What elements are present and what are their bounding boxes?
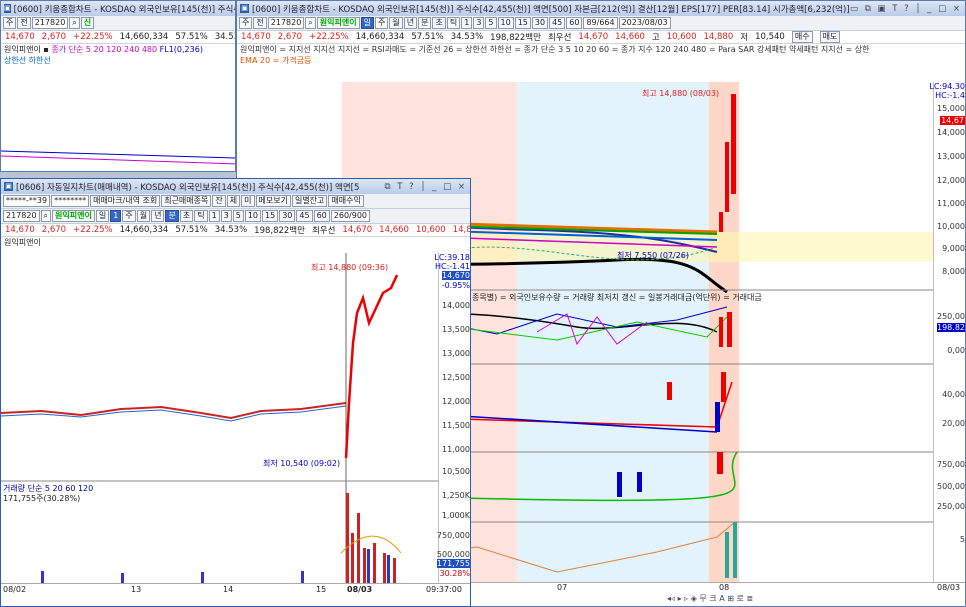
profit-button[interactable]: 매매수익: [328, 195, 364, 207]
per-5[interactable]: 5: [232, 210, 244, 222]
title-bar: ▣ [0600] 키움종합차트 - KOSDAQ 외국인보유[145(천)] 주식…: [1, 1, 235, 16]
daily-balance-button[interactable]: 일별잔고: [291, 195, 328, 207]
tab-month[interactable]: 월: [389, 17, 403, 29]
prev-select[interactable]: 전: [17, 17, 31, 29]
balance-button[interactable]: 잔: [212, 195, 226, 207]
price-row: 14,670 2,670 +22.25% 14,660,334 57.51% 34.53%…: [237, 31, 965, 44]
toolbar: 주 전 217820 ⌕ 원익피앤이 일 주 월 년 분 초 틱 1 3 5 1…: [237, 16, 965, 31]
price-row: 14,6702,670+22.25%14,660,33457.51%34.53%: [1, 31, 235, 44]
volume-value: 171,755주(30.28%): [3, 494, 81, 503]
high-label: 최고 14,880 (09:36): [311, 263, 389, 272]
title-bar: ▣ [0606] 자동일지차트(매매내역) - KOSDAQ 외국인보유[145(…: [1, 179, 470, 194]
toolbar: 주 전 217820 ⌕ 신: [1, 16, 235, 31]
tab-week[interactable]: 주: [374, 17, 389, 29]
count-field[interactable]: 260/900: [330, 210, 371, 222]
per-3[interactable]: 3: [220, 210, 232, 222]
window-icon: ▣: [4, 4, 11, 13]
tab-tick[interactable]: 틱: [194, 210, 208, 222]
chart-window-left: ▣ [0600] 키움종합차트 - KOSDAQ 외국인보유[145(천)] 주식…: [0, 0, 236, 172]
per-45[interactable]: 45: [296, 210, 313, 222]
title-bar: ▣ [0600] 키움종합차트 - KOSDAQ 외국인보유[145(천)] 주식…: [237, 1, 965, 16]
low-label: 최저 7,550 (07/26): [617, 251, 690, 260]
count-field[interactable]: 89/664: [583, 17, 618, 29]
code-input[interactable]: 217820: [3, 210, 40, 222]
tab-week[interactable]: 주: [122, 210, 136, 222]
minute-select[interactable]: 1: [110, 210, 122, 222]
period-15[interactable]: 15: [514, 17, 531, 29]
code-input[interactable]: 217820: [31, 17, 69, 29]
search-icon[interactable]: ⌕: [40, 210, 52, 222]
price-row: 14,670 2,670 +22.25% 14,660,334 57.51% 34.53%…: [1, 224, 470, 237]
legend-row: 원익피앤이 = 지지선 지지선 지지선 = RSI과매도 = 기준선 26 = …: [240, 45, 870, 54]
tab-minute[interactable]: 분: [165, 210, 179, 222]
period-1[interactable]: 1: [461, 17, 473, 29]
account-field[interactable]: *****-**39: [3, 195, 51, 207]
per-60[interactable]: 60: [313, 210, 330, 222]
trade-mark-button[interactable]: 매매마크/내역 조회: [90, 195, 161, 207]
auto-journal-window: ▣ [0606] 자동일지차트(매매내역) - KOSDAQ 외국인보유[145(…: [0, 178, 471, 607]
period-10[interactable]: 10: [497, 17, 514, 29]
recent-trades-button[interactable]: 최근매매종목: [161, 195, 212, 207]
tab-month[interactable]: 월: [136, 210, 151, 222]
window-icon: ▣: [240, 4, 249, 13]
mini-chart: [1, 66, 235, 171]
period-select[interactable]: 주: [239, 17, 253, 29]
legend-row-2: 상한선 하한선: [4, 56, 51, 65]
password-field[interactable]: ********: [51, 195, 90, 207]
window-title: [0606] 자동일지차트(매매내역) - KOSDAQ 외국인보유[145(천…: [16, 182, 360, 193]
price-axis: LC:39.18 HC:-1.41 14,670 -0.95% 14,000 1…: [434, 253, 470, 583]
window-icon: ▣: [4, 182, 13, 191]
legend-row-2: EMA 20 = 가격금등: [240, 56, 312, 65]
period-45[interactable]: 45: [549, 17, 566, 29]
date-field[interactable]: 2023/08/03: [618, 17, 671, 29]
period-60[interactable]: 60: [566, 17, 583, 29]
tab-second[interactable]: 초: [432, 17, 446, 29]
window-controls[interactable]: ▭ ⧉ ▣ T ? │ _ □ ×: [850, 4, 962, 14]
tab-day[interactable]: 일: [360, 17, 374, 29]
period-select[interactable]: 주: [3, 17, 17, 29]
search-icon[interactable]: ⌕: [305, 17, 316, 29]
legend-row: 원익피앤이 ▪ 종가 단순 5 20 120 240 480 FL1(0,236…: [4, 45, 203, 54]
window-title: [0600] 키움종합차트 - KOSDAQ 외국인보유[145(천)] 주식수: [13, 4, 235, 15]
pending-button[interactable]: 미: [241, 195, 255, 207]
journal-chart-area: 최고 14,880 (09:36) 최저 10,540 (09:02) 거래량 …: [1, 253, 470, 583]
account-toolbar: *****-**39 ******** 매매마크/내역 조회 최근매매종목 잔 …: [1, 194, 470, 209]
tab-second[interactable]: 초: [179, 210, 194, 222]
code-toolbar: 217820 ⌕ 원익피앤이 일 1 주 월 년 분 초 틱 1 3 5 10 …: [1, 209, 470, 224]
tab-day[interactable]: 일: [95, 210, 110, 222]
low-label: 최저 10,540 (09:02): [263, 459, 341, 468]
per-15[interactable]: 15: [262, 210, 279, 222]
x-axis: 08/02 13 14 15 08/03 09:37:00: [1, 583, 470, 606]
indicator-legend: 종목별) = 외국인보유수량 = 거래량 최저치 갱신 = 일봉거래대금(억단위…: [472, 293, 762, 302]
period-5[interactable]: 5: [485, 17, 497, 29]
legend-row: 원익피앤이: [4, 238, 41, 247]
chart-tools[interactable]: ◂◃ ▸ ▹ ◈ 무 크 A ⊞ 로 ≣: [667, 593, 753, 604]
per-10[interactable]: 10: [244, 210, 262, 222]
buy-button[interactable]: 매수: [791, 31, 813, 43]
minute-chart: [1, 253, 438, 583]
tab-year[interactable]: 년: [151, 210, 165, 222]
per-1[interactable]: 1: [208, 210, 220, 222]
high-label: 최고 14,880 (08/03): [642, 89, 720, 98]
period-30[interactable]: 30: [531, 17, 549, 29]
tab-minute[interactable]: 분: [418, 17, 432, 29]
tab-year[interactable]: 년: [403, 17, 418, 29]
stock-name: 원익피앤이: [316, 17, 360, 29]
search-icon[interactable]: ⌕: [69, 17, 80, 29]
memo-button[interactable]: 메모보기: [255, 195, 291, 207]
stock-name: 원익피앤이: [52, 210, 95, 222]
window-title: [0600] 키움종합차트 - KOSDAQ 외국인보유[145(천)] 주식수…: [252, 4, 850, 15]
exec-button[interactable]: 체: [226, 195, 241, 207]
period-3[interactable]: 3: [473, 17, 485, 29]
window-controls[interactable]: ⧉ T ? │ _ □ ×: [384, 182, 467, 192]
price-axis: LC:94.30 HC:-1.4 15,000 14,000 13,000 12…: [929, 82, 965, 582]
code-input[interactable]: 217820: [267, 17, 305, 29]
tab-tick[interactable]: 틱: [446, 17, 461, 29]
prev-select[interactable]: 전: [253, 17, 267, 29]
sell-button[interactable]: 매도: [819, 31, 841, 43]
name-badge: 신: [80, 17, 95, 29]
per-30[interactable]: 30: [279, 210, 296, 222]
